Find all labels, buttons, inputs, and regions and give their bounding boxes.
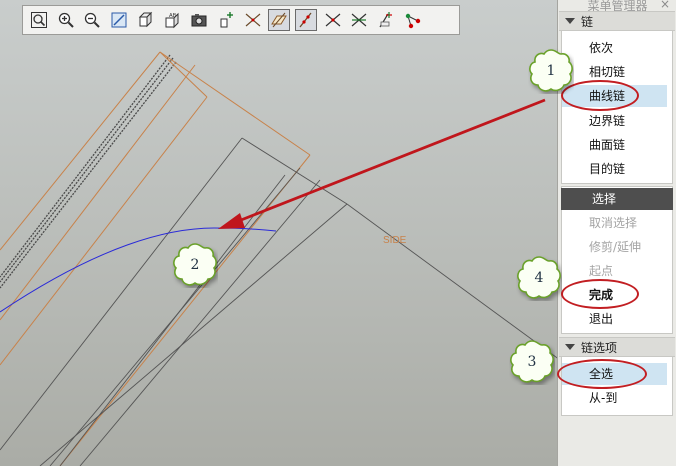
callout-4-label: 4 [534, 270, 544, 286]
zoom-in-button[interactable] [55, 9, 77, 31]
spin-center-icon [220, 12, 233, 28]
menu-item-sequential[interactable]: 依次 [562, 37, 667, 59]
chain-options-header[interactable]: 链选项 [559, 337, 675, 357]
tags-icon [405, 13, 420, 29]
shading-icon [138, 11, 152, 28]
menu-item-surface-chain[interactable]: 曲面链 [562, 134, 667, 156]
view-orientation-text: AB [169, 13, 177, 19]
datum-planes-icon [245, 13, 260, 27]
callout-2-label: 2 [190, 257, 200, 273]
zoom-out-icon [85, 12, 101, 28]
zoom-fit-button[interactable] [28, 9, 50, 31]
shading-button[interactable] [135, 9, 157, 31]
datum-points-button[interactable] [294, 9, 317, 31]
chain-section-header[interactable]: 链 [559, 11, 675, 31]
repaint-button[interactable] [108, 9, 130, 31]
view-orientation-icon: AB [165, 12, 179, 29]
zoom-fit-icon [31, 12, 47, 28]
menu-item-select[interactable]: 选择 [561, 188, 673, 210]
chain-options-title: 链选项 [581, 340, 618, 355]
zoom-out-button[interactable] [81, 9, 103, 31]
coordinate-systems-button[interactable] [322, 9, 344, 31]
zoom-in-icon [58, 12, 74, 28]
datum-planes-button[interactable] [242, 9, 264, 31]
datum-points-icon [299, 12, 312, 28]
highlight-ellipse-select-all [557, 359, 647, 389]
callout-bubble-2: 2 [172, 242, 218, 288]
coordinate-systems-icon [325, 13, 340, 27]
callout-bubble-4: 4 [516, 255, 562, 301]
menu-item-from-to[interactable]: 从-到 [562, 387, 667, 409]
collapse-triangle-icon [565, 344, 575, 350]
menu-manager-panel: 菜单管理器 × 链 依次 相切链 曲线链 边界链 曲面链 目的链 选择 取消选择… [557, 0, 676, 466]
datum-axes-button[interactable] [268, 9, 291, 31]
menu-item-unselect[interactable]: 取消选择 [562, 212, 667, 234]
view-toolbar: AB [22, 5, 460, 35]
datum-axes-icon [271, 12, 288, 28]
callout-3-label: 3 [527, 354, 537, 370]
highlight-ellipse-done [561, 279, 639, 309]
side-datum-label: SIDE [383, 235, 407, 246]
menu-item-tangent-chain[interactable]: 相切链 [562, 61, 667, 83]
graphics-viewport[interactable]: SIDE AB 菜单管理器 × 链 依次 相切链 曲线链 边界链 曲面链 目的链… [0, 0, 676, 466]
menu-item-quit[interactable]: 退出 [562, 308, 667, 330]
wire-edges [0, 137, 561, 466]
menu-item-start-point[interactable]: 起点 [562, 260, 667, 282]
planes-display-button[interactable] [375, 9, 397, 31]
planes-display-icon [379, 12, 392, 28]
spin-center-button[interactable] [215, 9, 237, 31]
callout-bubble-1: 1 [528, 48, 574, 94]
repaint-icon [111, 12, 127, 28]
collapse-triangle-icon [565, 18, 575, 24]
saved-views-icon [191, 14, 207, 27]
menu-item-intent-chain[interactable]: 目的链 [562, 158, 667, 180]
close-icon[interactable]: × [660, 0, 670, 11]
annotations-button[interactable] [348, 9, 370, 31]
menu-manager-title: 菜单管理器 [587, 0, 648, 13]
chain-section-title: 链 [581, 14, 594, 29]
tags-button[interactable] [402, 9, 424, 31]
model-edges [0, 51, 311, 466]
callout-1-label: 1 [546, 63, 556, 79]
menu-item-trim-extend[interactable]: 修剪/延伸 [562, 236, 667, 258]
view-orientation-button[interactable]: AB [161, 9, 183, 31]
callout-arrow [218, 98, 546, 229]
saved-views-button[interactable] [188, 9, 210, 31]
callout-bubble-3: 3 [509, 339, 555, 385]
menu-item-boundary-chain[interactable]: 边界链 [562, 110, 667, 132]
annotations-icon [351, 13, 367, 27]
